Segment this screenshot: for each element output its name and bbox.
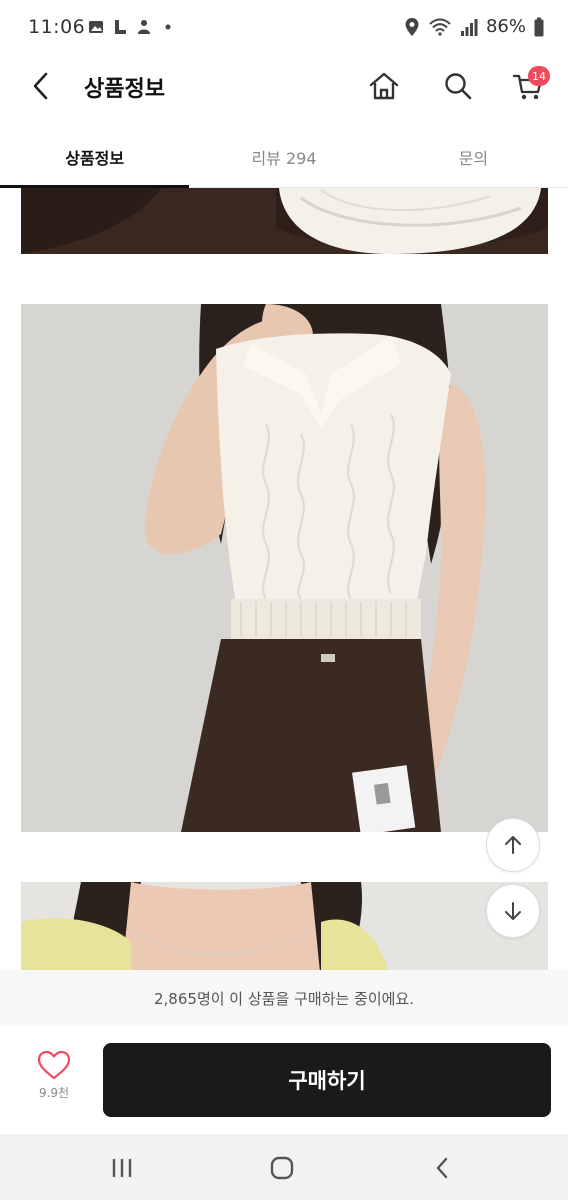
system-navigation-bar — [0, 1134, 568, 1200]
notification-icons — [88, 19, 176, 35]
dot-icon — [165, 24, 171, 30]
system-status: 86% — [404, 16, 544, 37]
battery-percent: 86% — [485, 16, 526, 37]
status-bar: 11:06 86% — [0, 0, 568, 56]
status-time: 11:06 — [28, 16, 86, 38]
product-tabs: 상품정보 리뷰 294 문의 — [0, 126, 568, 188]
scroll-down-button[interactable] — [486, 884, 540, 938]
wifi-icon — [429, 18, 451, 36]
purchase-activity-notice: 2,865명이 이 상품을 구매하는 중이에요. — [0, 970, 568, 1026]
back-nav-icon — [436, 1157, 448, 1179]
product-detail-content[interactable] — [0, 188, 568, 970]
knit-cap-photo — [21, 188, 548, 254]
search-icon — [445, 73, 472, 100]
page-title: 상품정보 — [84, 77, 165, 102]
wishlist-count: 9.9천 — [38, 1086, 70, 1100]
location-icon — [405, 17, 419, 36]
back-nav-button[interactable] — [422, 1148, 462, 1188]
recent-apps-icon — [112, 1159, 132, 1177]
tab-product-info[interactable]: 상품정보 — [0, 126, 190, 188]
model-wearing-knit-vest-photo — [21, 304, 548, 832]
gallery-icon — [89, 21, 103, 33]
signal-icon — [460, 18, 478, 36]
home-nav-button[interactable] — [262, 1148, 302, 1188]
person-icon — [138, 20, 150, 34]
purchase-bar: 9.9천 구매하기 — [0, 1026, 568, 1134]
chevron-left-icon — [33, 72, 48, 100]
heart-icon — [37, 1050, 71, 1080]
scroll-up-button[interactable] — [486, 818, 540, 872]
arrow-up-icon — [505, 836, 521, 854]
cart-count-badge: 14 — [528, 66, 550, 86]
tab-inquiry[interactable]: 문의 — [379, 126, 568, 187]
product-photo — [21, 188, 548, 254]
recent-apps-button[interactable] — [102, 1148, 142, 1188]
home-nav-icon — [270, 1156, 294, 1180]
battery-icon — [534, 17, 544, 36]
l-app-icon — [115, 20, 126, 34]
wishlist-button[interactable]: 9.9천 — [26, 1050, 82, 1120]
product-photo — [21, 304, 548, 832]
back-button[interactable] — [22, 68, 58, 104]
cart-button[interactable]: 14 — [508, 66, 550, 106]
buy-button[interactable]: 구매하기 — [103, 1043, 551, 1117]
product-photo — [21, 882, 548, 970]
home-button[interactable] — [364, 66, 404, 106]
tab-reviews[interactable]: 리뷰 294 — [189, 126, 378, 187]
model-yellow-knit-photo — [21, 882, 548, 970]
app-header: 상품정보 14 — [0, 56, 568, 118]
search-button[interactable] — [438, 66, 478, 106]
home-icon — [369, 72, 399, 100]
arrow-down-icon — [505, 902, 521, 920]
